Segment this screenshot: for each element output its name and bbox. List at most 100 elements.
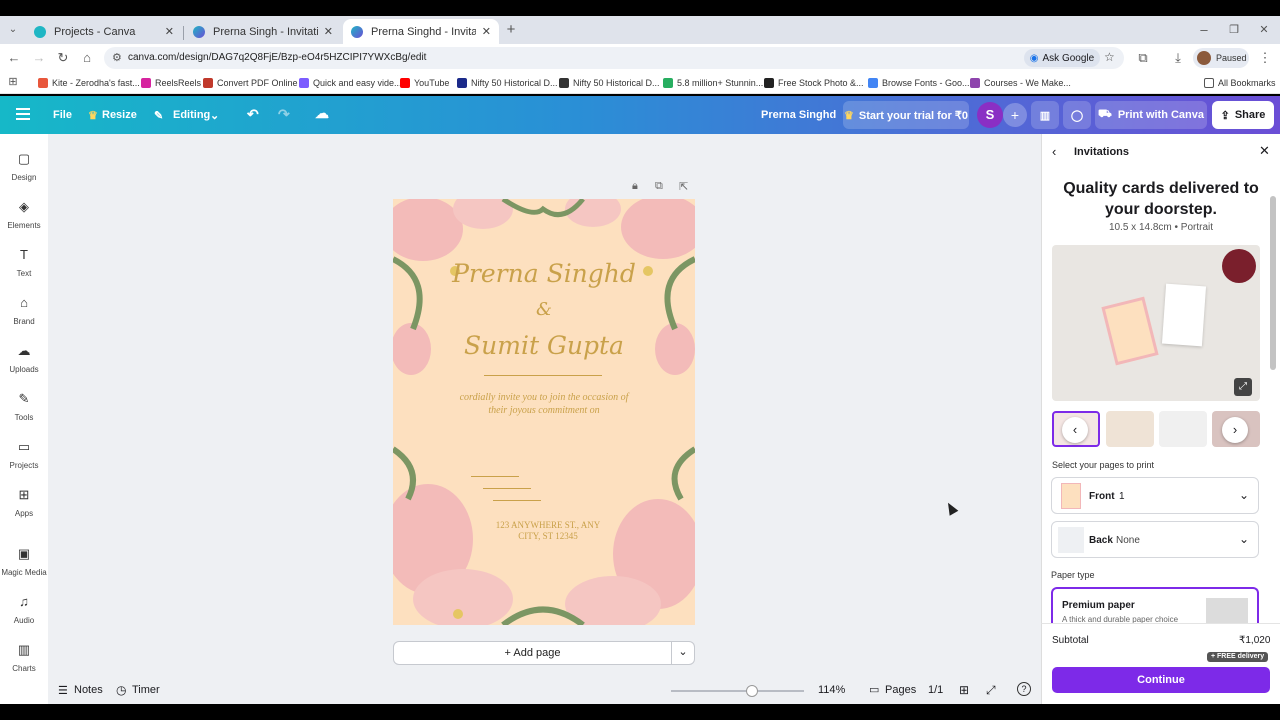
- tab-close-icon[interactable]: ✕: [165, 25, 174, 38]
- thumbnail-3[interactable]: [1159, 411, 1207, 447]
- extensions-icon[interactable]: ⧉: [1134, 49, 1152, 67]
- analytics-icon[interactable]: ▥: [1031, 101, 1059, 129]
- print-with-canva-button[interactable]: ⛟ Print with Canva: [1095, 101, 1207, 129]
- cloud-saved-icon[interactable]: ☁: [315, 105, 329, 122]
- continue-button[interactable]: Continue: [1052, 667, 1270, 693]
- editing-mode-button[interactable]: Editing: [173, 109, 210, 121]
- bookmark-item[interactable]: Nifty 50 Historical D...: [457, 76, 558, 90]
- document-title[interactable]: Prerna Singhd: [761, 109, 836, 121]
- redo-icon[interactable]: ↷: [278, 106, 290, 123]
- user-avatar[interactable]: S: [977, 102, 1003, 128]
- reload-icon[interactable]: ↻: [54, 49, 72, 67]
- notes-button[interactable]: Notes: [74, 684, 103, 696]
- comment-icon[interactable]: ◯: [1063, 101, 1091, 129]
- add-page-icon[interactable]: ⇱: [679, 180, 688, 193]
- add-page-button[interactable]: + Add page: [393, 641, 672, 665]
- carousel-prev-button[interactable]: ‹: [1062, 417, 1088, 443]
- bookmark-item[interactable]: Browse Fonts - Goo...: [868, 76, 970, 90]
- tab-search-icon[interactable]: ⌄: [4, 21, 22, 39]
- groom-name[interactable]: Sumit Gupta: [393, 331, 695, 360]
- profile-button[interactable]: Paused: [1193, 48, 1249, 68]
- minimize-icon[interactable]: –: [1195, 21, 1213, 39]
- lock-icon[interactable]: 🔒︎: [632, 180, 638, 193]
- sidebar-item-projects[interactable]: ▭ Projects: [0, 430, 48, 476]
- invite-line-2[interactable]: their joyous commitment on: [393, 405, 695, 416]
- expand-icon[interactable]: ⤢: [1234, 378, 1252, 396]
- bookmark-item[interactable]: Nifty 50 Historical D...: [559, 76, 660, 90]
- address-bar[interactable]: ⚙ canva.com/design/DAG7q2Q8FjE/Bzp-eO4r5…: [104, 47, 1124, 69]
- sidebar-item-uploads[interactable]: ☁ Uploads: [0, 334, 48, 380]
- bookmark-item[interactable]: Free Stock Photo &...: [764, 76, 864, 90]
- url-text[interactable]: canva.com/design/DAG7q2Q8FjE/Bzp-eO4r5HZ…: [128, 52, 426, 63]
- sidebar-item-charts[interactable]: ▥ Charts: [0, 633, 48, 679]
- sidebar-item-text[interactable]: T Text: [0, 238, 48, 284]
- bookmark-item[interactable]: ReelsReels: [141, 76, 201, 90]
- close-window-icon[interactable]: ✕: [1255, 21, 1273, 39]
- site-info-icon[interactable]: ⚙: [112, 51, 122, 64]
- bookmark-item[interactable]: Courses - We Make...: [970, 76, 1071, 90]
- menu-icon[interactable]: [16, 108, 30, 120]
- thumbnail-2[interactable]: [1106, 411, 1154, 447]
- sidebar-item-tools[interactable]: ✎ Tools: [0, 382, 48, 428]
- zoom-level[interactable]: 114%: [818, 684, 845, 696]
- paper-option-premium[interactable]: Premium paper A thick and durable paper …: [1051, 587, 1259, 623]
- invitation-card[interactable]: Prerna Singhd & Sumit Gupta cordially in…: [393, 199, 695, 625]
- tab-close-icon[interactable]: ✕: [324, 25, 333, 38]
- panel-scrollbar[interactable]: [1270, 196, 1276, 370]
- sidebar-item-elements[interactable]: ◈ Elements: [0, 190, 48, 236]
- undo-icon[interactable]: ↶: [247, 106, 259, 123]
- browser-tab-active[interactable]: Prerna Singhd - Invitation (A6) ✕: [343, 19, 499, 44]
- browser-tab-invitation[interactable]: Prerna Singh - Invitation (A6) ✕: [185, 19, 341, 44]
- help-icon[interactable]: ?: [1017, 682, 1031, 696]
- bride-name[interactable]: Prerna Singhd: [393, 259, 695, 288]
- back-page-select[interactable]: Back None ⌄: [1051, 521, 1259, 558]
- chevron-down-icon[interactable]: ⌄: [210, 109, 219, 122]
- bookmark-item[interactable]: Quick and easy vide...: [299, 76, 402, 90]
- resize-button[interactable]: Resize: [102, 109, 137, 121]
- download-icon[interactable]: ⤓: [1169, 49, 1187, 67]
- all-bookmarks[interactable]: All Bookmarks: [1204, 76, 1276, 90]
- address-line-1[interactable]: 123 ANYWHERE ST., ANY: [393, 520, 695, 530]
- front-page-select[interactable]: Front 1 ⌄: [1051, 477, 1259, 514]
- sidebar-item-apps[interactable]: ⊞ Apps: [0, 478, 48, 524]
- zoom-slider[interactable]: [671, 685, 804, 697]
- close-panel-icon[interactable]: ✕: [1259, 143, 1270, 159]
- sidebar-item-design[interactable]: ▢ Design: [0, 142, 48, 188]
- zoom-slider-handle[interactable]: [746, 685, 758, 697]
- pages-button[interactable]: Pages: [885, 684, 916, 696]
- bookmark-item[interactable]: Convert PDF Online: [203, 76, 298, 90]
- browser-menu-icon[interactable]: ⋮: [1256, 49, 1274, 67]
- grid-view-icon[interactable]: ⊞: [959, 683, 969, 697]
- product-preview-image[interactable]: ⤢: [1052, 245, 1260, 401]
- invite-line-1[interactable]: cordially invite you to join the occasio…: [393, 392, 695, 403]
- apps-grid-icon[interactable]: ⊞: [4, 73, 22, 91]
- browser-tab-projects[interactable]: Projects - Canva ✕: [26, 19, 182, 44]
- forward-icon[interactable]: →: [30, 49, 48, 67]
- maximize-icon[interactable]: ❐: [1225, 21, 1243, 39]
- timer-button[interactable]: Timer: [132, 684, 160, 696]
- bookmark-item[interactable]: YouTube: [400, 76, 449, 90]
- chevron-down-icon[interactable]: ⌄: [672, 641, 695, 665]
- ampersand[interactable]: &: [393, 299, 695, 320]
- add-collaborator-icon[interactable]: +: [1003, 103, 1027, 127]
- duplicate-page-icon[interactable]: ⧉: [655, 180, 663, 193]
- back-arrow-icon[interactable]: ‹: [1052, 144, 1056, 159]
- bookmark-item[interactable]: 5.8 million+ Stunnin...: [663, 76, 763, 90]
- address-line-2[interactable]: CITY, ST 12345: [393, 531, 695, 541]
- bookmark-star-icon[interactable]: ☆: [1104, 50, 1115, 64]
- fullscreen-icon[interactable]: ⤢: [986, 683, 996, 698]
- home-icon[interactable]: ⌂: [78, 49, 96, 67]
- start-trial-button[interactable]: ♛ Start your trial for ₹0: [843, 101, 969, 129]
- tab-close-icon[interactable]: ✕: [482, 25, 491, 38]
- sidebar-item-brand[interactable]: ⌂ Brand: [0, 286, 48, 332]
- new-tab-button[interactable]: +: [502, 21, 520, 39]
- bookmark-item[interactable]: Kite - Zerodha's fast...: [38, 76, 140, 90]
- sidebar-item-magic-media[interactable]: ▣ Magic Media: [0, 537, 48, 583]
- back-icon[interactable]: ←: [5, 49, 23, 67]
- file-menu[interactable]: File: [53, 109, 72, 121]
- sidebar-item-audio[interactable]: ♫ Audio: [0, 585, 48, 631]
- share-button[interactable]: ⇪ Share: [1212, 101, 1274, 129]
- sidebar-item-label: Brand: [13, 317, 35, 326]
- ask-google-button[interactable]: ◉ Ask Google: [1024, 49, 1100, 67]
- carousel-next-button[interactable]: ›: [1222, 417, 1248, 443]
